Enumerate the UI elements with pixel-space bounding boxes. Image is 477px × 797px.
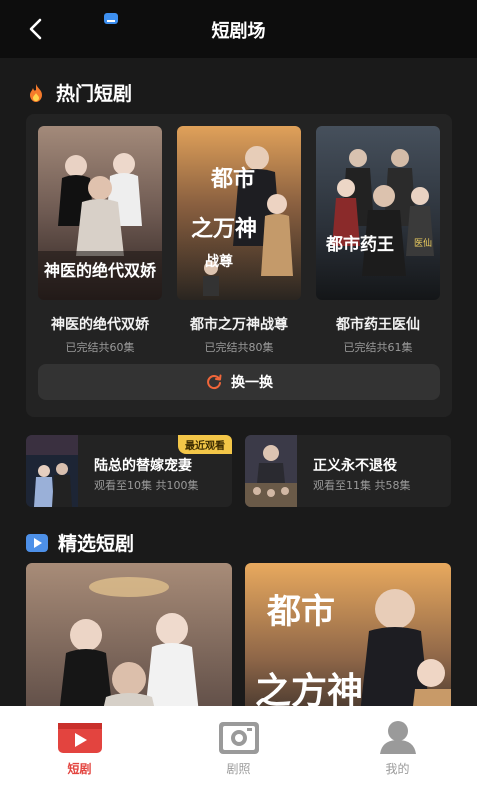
poster-title-text: 之万神 xyxy=(191,216,257,242)
poster-title-text: 医仙 xyxy=(414,237,432,249)
drama-episodes: 已完结共60集 xyxy=(65,341,135,354)
bottom-tab-bar: 短剧 剧照 我的 xyxy=(0,706,477,797)
tab-label: 我的 xyxy=(385,762,410,776)
drama-episodes: 已完结共80集 xyxy=(204,341,274,354)
swap-button-label: 换一换 xyxy=(231,375,273,391)
hot-drama-card[interactable]: 神医的绝代双娇 神医的绝代双娇 已完结共60集 xyxy=(38,126,162,355)
recent-progress: 观看至10集 共100集 xyxy=(94,479,199,492)
tab-label: 短剧 xyxy=(67,762,92,776)
poster-title-text: 都市 xyxy=(210,166,255,192)
play-icon xyxy=(26,533,48,552)
recent-thumbnail xyxy=(245,435,297,507)
featured-drama-poster[interactable]: 都市 之方神 xyxy=(245,563,451,723)
recent-progress: 观看至11集 共58集 xyxy=(313,479,411,492)
drama-poster[interactable]: 都市药王 医仙 xyxy=(316,126,440,300)
hot-drama-card[interactable]: 都市药王 医仙 都市药王医仙 已完结共61集 xyxy=(316,126,440,355)
recent-title: 正义永不退役 xyxy=(313,458,397,474)
refresh-icon xyxy=(207,374,222,390)
drama-title[interactable]: 都市之万神战尊 xyxy=(177,314,301,334)
hot-section-title: 热门短剧 xyxy=(56,83,133,105)
camera-icon xyxy=(218,722,259,754)
poster-title-text: 都市药王 xyxy=(325,234,394,255)
poster-art xyxy=(26,563,232,723)
drama-title[interactable]: 神医的绝代双娇 xyxy=(38,314,162,334)
hot-section-heading: 热门短剧 xyxy=(26,79,132,106)
drama-poster[interactable]: 都市 之万神 战尊 xyxy=(177,126,301,300)
swap-button[interactable]: 换一换 xyxy=(38,364,440,400)
tab-profile[interactable]: 我的 xyxy=(318,706,477,797)
tab-stills[interactable]: 剧照 xyxy=(159,706,318,797)
drama-poster[interactable]: 神医的绝代双娇 xyxy=(38,126,162,300)
top-bar: 短剧场 xyxy=(0,0,477,58)
recent-title: 陆总的替嫁宠妻 xyxy=(94,458,192,474)
poster-art: 都市药王 医仙 xyxy=(316,126,440,300)
poster-title-text: 战尊 xyxy=(205,253,233,270)
drama-title[interactable]: 都市药王医仙 xyxy=(316,314,440,334)
fire-icon xyxy=(30,83,42,102)
play-video-icon xyxy=(57,723,102,753)
recent-watch-badge: 最近观看 xyxy=(178,435,232,454)
drama-episodes: 已完结共61集 xyxy=(343,341,413,354)
recent-thumbnail xyxy=(26,435,78,507)
poster-title-text: 神医的绝代双娇 xyxy=(44,261,157,280)
featured-drama-poster[interactable] xyxy=(26,563,232,723)
featured-section-heading: 精选短剧 xyxy=(26,529,134,556)
poster-art: 神医的绝代双娇 xyxy=(38,126,162,300)
tab-short-drama[interactable]: 短剧 xyxy=(0,706,159,797)
recent-watch-card[interactable]: 陆总的替嫁宠妻 观看至10集 共100集 最近观看 xyxy=(26,435,232,507)
poster-art: 都市 之万神 战尊 xyxy=(177,126,301,300)
hot-drama-card[interactable]: 都市 之万神 战尊 都市之万神战尊 已完结共80集 xyxy=(177,126,301,355)
recent-watch-card[interactable]: 正义永不退役 观看至11集 共58集 xyxy=(245,435,451,507)
user-icon xyxy=(379,721,416,754)
poster-title-text: 都市 xyxy=(266,592,335,632)
featured-section-title: 精选短剧 xyxy=(58,533,135,555)
tab-label: 剧照 xyxy=(226,762,251,776)
poster-art: 都市 之方神 xyxy=(245,563,451,723)
page-title: 短剧场 xyxy=(211,21,266,42)
hot-panel: 神医的绝代双娇 神医的绝代双娇 已完结共60集 都市 之万神 战尊 都市之万神战… xyxy=(26,114,452,417)
